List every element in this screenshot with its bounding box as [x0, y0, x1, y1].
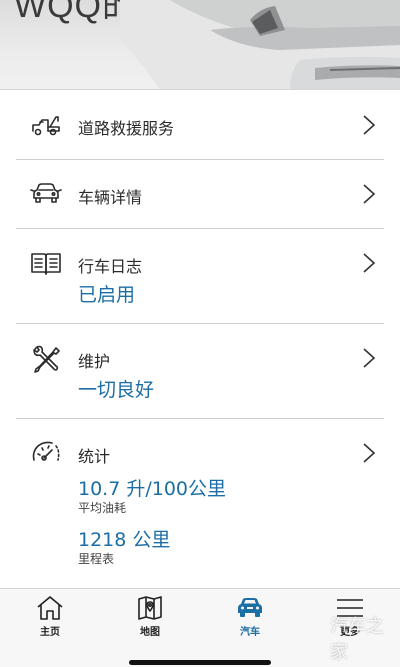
car-icon — [235, 595, 265, 621]
chevron-right-icon — [362, 183, 376, 205]
logbook-status: 已启用 — [78, 284, 136, 306]
fuel-consumption-caption: 平均油耗 — [78, 501, 127, 515]
tab-label: 主页 — [40, 627, 60, 638]
home-indicator — [129, 660, 271, 665]
menu-item-label: 车辆详情 — [78, 188, 143, 207]
gauge-icon — [30, 440, 62, 468]
odometer-caption: 里程表 — [78, 552, 115, 566]
home-icon — [35, 595, 65, 621]
menu-item-maintenance[interactable]: 维护 一切良好 — [16, 324, 384, 419]
menu-item-label: 维护 — [78, 352, 111, 371]
vehicle-header: WQQ的XC60 — [0, 0, 400, 90]
wrench-screwdriver-icon — [30, 345, 62, 373]
menu-item-logbook[interactable]: 行车日志 已启用 — [16, 229, 384, 324]
tab-label: 地图 — [140, 627, 160, 638]
menu-item-label: 道路救援服务 — [78, 119, 175, 138]
map-icon — [135, 595, 165, 621]
tow-truck-icon — [30, 111, 62, 139]
vehicle-menu-list: 道路救援服务 车辆详情 行车日志 已启用 维护 一切良好 统计 10.7 升/1… — [0, 91, 400, 585]
chevron-right-icon — [362, 442, 376, 464]
watermark: 汽车之家 — [330, 616, 384, 663]
chevron-right-icon — [362, 252, 376, 274]
chevron-right-icon — [362, 347, 376, 369]
car-front-icon — [30, 180, 62, 208]
logbook-icon — [30, 250, 62, 278]
tab-map[interactable]: 地图 — [100, 595, 200, 643]
tab-car[interactable]: 汽车 — [200, 595, 300, 643]
odometer-value: 1218 公里 — [78, 529, 171, 551]
car-image — [120, 0, 400, 89]
menu-item-vehicle-details[interactable]: 车辆详情 — [16, 160, 384, 229]
menu-item-statistics[interactable]: 统计 10.7 升/100公里 平均油耗 1218 公里 里程表 — [16, 419, 384, 585]
maintenance-status: 一切良好 — [78, 379, 155, 401]
menu-item-label: 行车日志 — [78, 257, 143, 276]
chevron-right-icon — [362, 114, 376, 136]
menu-item-label: 统计 — [78, 447, 111, 466]
menu-item-roadside-assistance[interactable]: 道路救援服务 — [16, 91, 384, 160]
fuel-consumption-value: 10.7 升/100公里 — [78, 478, 227, 500]
tab-home[interactable]: 主页 — [0, 595, 100, 643]
tab-label: 汽车 — [240, 627, 260, 638]
